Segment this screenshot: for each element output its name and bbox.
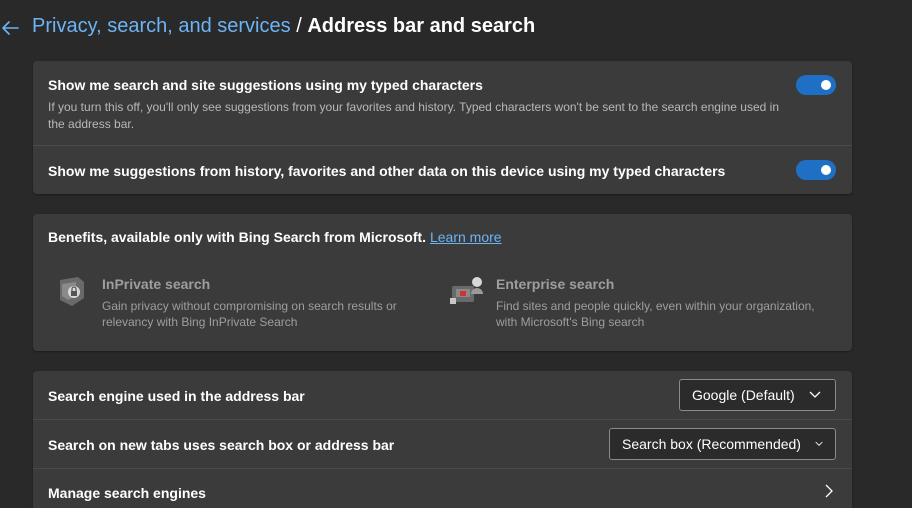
breadcrumb-parent-link[interactable]: Privacy, search, and services xyxy=(32,15,291,37)
chevron-down-icon xyxy=(815,441,823,446)
settings-page: Privacy, search, and services / Address … xyxy=(0,0,912,508)
breadcrumb: Privacy, search, and services / Address … xyxy=(32,15,535,38)
suggestions-card: Show me search and site suggestions usin… xyxy=(33,61,852,194)
benefits-heading: Benefits, available only with Bing Searc… xyxy=(48,229,502,245)
breadcrumb-separator: / xyxy=(296,15,302,37)
new-tabs-dropdown[interactable]: Search box (Recommended) xyxy=(609,428,836,460)
history-suggestions-toggle[interactable] xyxy=(796,160,836,180)
benefits-heading-text: Benefits, available only with Bing Searc… xyxy=(48,229,427,245)
history-suggestions-row: Show me suggestions from history, favori… xyxy=(33,146,852,194)
manage-search-engines-label: Manage search engines xyxy=(48,485,206,501)
new-tabs-value: Search box (Recommended) xyxy=(622,436,801,452)
learn-more-link[interactable]: Learn more xyxy=(430,229,502,245)
inprivate-search-icon xyxy=(54,274,90,310)
inprivate-feature: InPrivate search Gain privacy without co… xyxy=(54,274,444,334)
new-tabs-label: Search on new tabs uses search box or ad… xyxy=(48,437,395,453)
search-settings-card: Search engine used in the address bar Go… xyxy=(33,371,852,508)
toggle-knob xyxy=(821,80,831,90)
inprivate-description: Gain privacy without compromising on sea… xyxy=(102,299,397,329)
search-engine-dropdown[interactable]: Google (Default) xyxy=(679,379,836,411)
chevron-down-icon xyxy=(809,391,821,398)
page-header: Privacy, search, and services / Address … xyxy=(0,12,912,44)
typed-suggestions-toggle[interactable] xyxy=(796,75,836,95)
chevron-right-icon[interactable] xyxy=(824,484,834,498)
search-engine-row: Search engine used in the address bar Go… xyxy=(33,371,852,419)
typed-suggestions-description: If you turn this off, you'll only see su… xyxy=(48,100,779,131)
enterprise-title: Enterprise search xyxy=(496,276,615,292)
history-suggestions-title: Show me suggestions from history, favori… xyxy=(48,163,726,179)
typed-suggestions-title: Show me search and site suggestions usin… xyxy=(48,77,483,93)
search-engine-label: Search engine used in the address bar xyxy=(48,388,305,404)
enterprise-feature: Enterprise search Find sites and people … xyxy=(448,274,838,334)
benefits-card: Benefits, available only with Bing Searc… xyxy=(33,214,852,351)
page-title: Address bar and search xyxy=(307,15,536,37)
manage-search-engines-row[interactable]: Manage search engines xyxy=(33,469,852,508)
toggle-knob xyxy=(821,165,831,175)
new-tabs-row: Search on new tabs uses search box or ad… xyxy=(33,420,852,468)
typed-suggestions-row: Show me search and site suggestions usin… xyxy=(33,61,852,145)
back-arrow-icon[interactable] xyxy=(0,18,22,38)
inprivate-title: InPrivate search xyxy=(102,276,211,292)
enterprise-description: Find sites and people quickly, even with… xyxy=(496,299,815,329)
search-engine-value: Google (Default) xyxy=(692,387,795,403)
enterprise-search-icon xyxy=(448,274,484,310)
